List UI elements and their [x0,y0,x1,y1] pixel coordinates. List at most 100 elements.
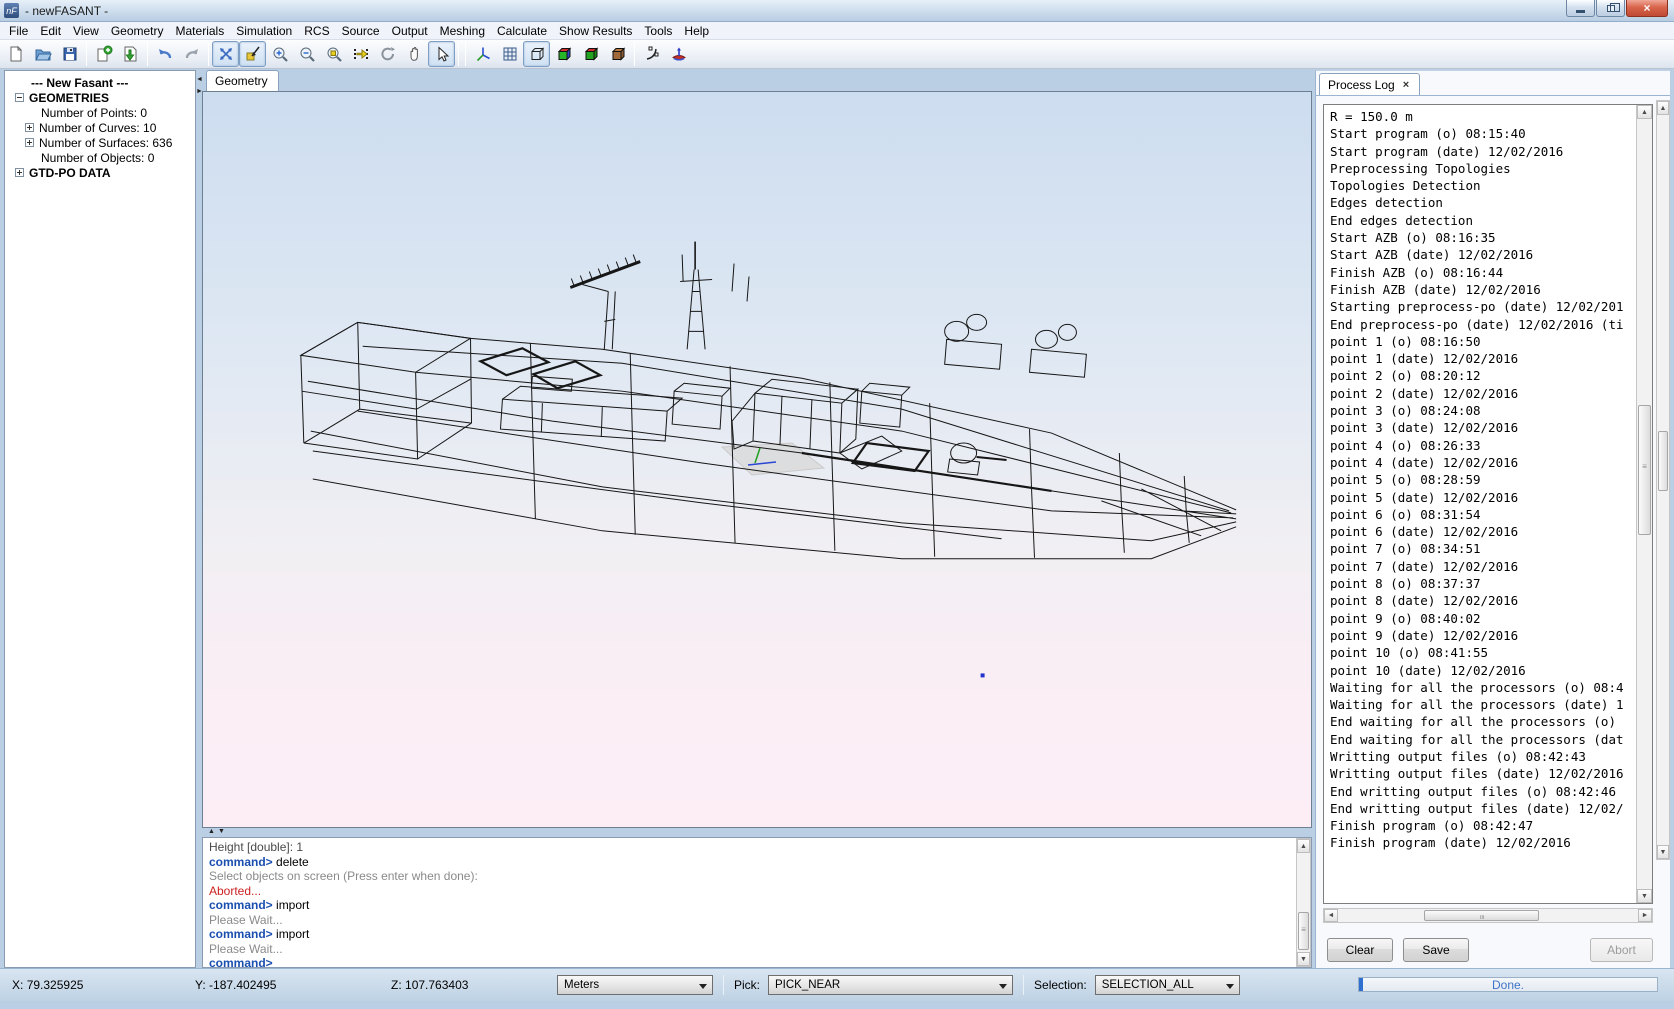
zoom-in-button[interactable] [266,41,293,67]
splitter-down-icon[interactable]: ▼ [218,828,225,836]
scroll-down-icon[interactable]: ▼ [1637,889,1652,903]
log-line: point 8 (o) 08:37:37 [1330,576,1635,593]
tab-process-log[interactable]: Process Log × [1319,73,1420,95]
axes-view-button[interactable] [469,41,496,67]
import-file-icon [122,45,140,63]
move-axis-button[interactable] [347,41,374,67]
scroll-down-icon[interactable]: ▼ [1657,845,1669,859]
expand-icon[interactable] [25,138,34,147]
pick-dropdown[interactable]: PICK_NEAR [768,975,1013,995]
menu-item-source[interactable]: Source [336,23,386,39]
expand-icon[interactable] [25,123,34,132]
menu-item-calculate[interactable]: Calculate [491,23,553,39]
save-log-button[interactable]: Save [1403,938,1469,962]
new-document-button[interactable] [2,41,29,67]
log-line: Edges detection [1330,195,1635,212]
tree-root[interactable]: --- New Fasant --- [7,75,193,90]
log-line: Finish program (date) 12/02/2016 [1330,835,1635,852]
select-cursor-button[interactable] [428,41,455,67]
zoom-window-button[interactable] [320,41,347,67]
menu-item-geometry[interactable]: Geometry [105,23,170,39]
tree-node-points[interactable]: Number of Points: 0 [7,105,193,120]
restore-button[interactable] [1596,0,1625,17]
open-folder-button[interactable] [29,41,56,67]
panel-scrollbar[interactable]: ▲ ▼ [1656,100,1670,860]
tree-node-curves[interactable]: Number of Curves: 10 [7,120,193,135]
textured-view-button[interactable] [604,41,631,67]
log-line: Start AZB (o) 08:16:35 [1330,230,1635,247]
log-hscrollbar-thumb[interactable]: ≡ [1424,910,1539,921]
log-line: End preprocess-po (date) 12/02/2016 (ti [1330,317,1635,334]
scroll-up-icon[interactable]: ▲ [1657,101,1669,115]
curve-tool-button[interactable] [638,41,665,67]
add-geometry-button[interactable] [90,41,117,67]
import-file-button[interactable] [117,41,144,67]
process-log-box[interactable]: R = 150.0 mStart program (o) 08:15:40Sta… [1323,104,1653,904]
tree-node-gtd-po-data[interactable]: GTD-PO DATA [7,165,193,180]
solid-view-button[interactable] [550,41,577,67]
menu-item-simulation[interactable]: Simulation [230,23,298,39]
command-console[interactable]: Height [double]: 1command> deleteSelect … [202,837,1312,968]
grid-view-button[interactable] [496,41,523,67]
close-button[interactable]: × [1626,0,1668,17]
wireframe-view-button[interactable] [523,41,550,67]
panel-scrollbar-thumb[interactable] [1658,431,1668,491]
splitter-up-icon[interactable]: ▲ [208,828,215,836]
menu-item-show-results[interactable]: Show Results [553,23,638,39]
clear-log-button[interactable]: Clear [1327,938,1393,962]
scroll-down-icon[interactable]: ▼ [1297,952,1310,966]
log-line: point 6 (date) 12/02/2016 [1330,524,1635,541]
console-scrollbar[interactable]: ▲ ≡ ▼ [1296,838,1311,967]
surface-normal-tool-button[interactable] [665,41,692,67]
pan-view-button[interactable] [401,41,428,67]
console-line: Height [double]: 1 [209,840,1295,855]
collapse-icon[interactable] [15,93,24,102]
expand-icon[interactable] [15,168,24,177]
horizontal-splitter[interactable]: ▲ ▼ [202,828,1312,837]
log-scrollbar-vertical[interactable]: ▲ ≡ ▼ [1636,105,1652,903]
console-line: command> [209,956,1295,968]
scroll-up-icon[interactable]: ▲ [1297,839,1310,853]
menu-item-materials[interactable]: Materials [170,23,231,39]
flat-view-button[interactable] [577,41,604,67]
log-line: Waiting for all the processors (date) 1 [1330,697,1635,714]
log-line: point 1 (date) 12/02/2016 [1330,351,1635,368]
units-dropdown[interactable]: Meters [557,975,713,995]
tree-node-geometries[interactable]: GEOMETRIES [7,90,193,105]
rotate-view-button[interactable] [374,41,401,67]
scroll-right-icon[interactable]: ► [1638,909,1652,922]
log-line: point 7 (date) 12/02/2016 [1330,559,1635,576]
selection-dropdown[interactable]: SELECTION_ALL [1095,975,1240,995]
fit-view-button[interactable] [212,41,239,67]
console-scrollbar-thumb[interactable]: ≡ [1298,912,1309,950]
scroll-left-icon[interactable]: ◄ [1324,909,1338,922]
log-line: point 9 (o) 08:40:02 [1330,611,1635,628]
save-button[interactable] [56,41,83,67]
menu-item-tools[interactable]: Tools [638,23,678,39]
console-line: command> delete [209,855,1295,870]
minimize-button[interactable] [1566,0,1595,17]
tree-node-objects[interactable]: Number of Objects: 0 [7,150,193,165]
menu-item-edit[interactable]: Edit [34,23,67,39]
close-tab-icon[interactable]: × [1403,79,1409,91]
menu-item-rcs[interactable]: RCS [298,23,335,39]
zoom-out-icon [298,45,316,63]
edit-selection-button[interactable] [239,41,266,67]
geometry-viewport[interactable] [202,91,1312,828]
log-scrollbar-thumb[interactable]: ≡ [1638,405,1651,535]
menu-item-meshing[interactable]: Meshing [434,23,491,39]
undo-button[interactable] [151,41,178,67]
menu-item-file[interactable]: File [3,23,34,39]
splitter-left-icon[interactable]: ◄ [196,76,203,83]
redo-button[interactable] [178,41,205,67]
zoom-window-icon [325,45,343,63]
tree-node-surfaces[interactable]: Number of Surfaces: 636 [7,135,193,150]
log-scrollbar-horizontal[interactable]: ◄ ≡ ► [1323,908,1653,923]
menu-item-view[interactable]: View [67,23,105,39]
scroll-up-icon[interactable]: ▲ [1637,105,1652,119]
tab-geometry[interactable]: Geometry [206,70,279,92]
menu-item-help[interactable]: Help [678,23,715,39]
menu-item-output[interactable]: Output [386,23,434,39]
move-axis-icon [352,45,370,63]
zoom-out-button[interactable] [293,41,320,67]
